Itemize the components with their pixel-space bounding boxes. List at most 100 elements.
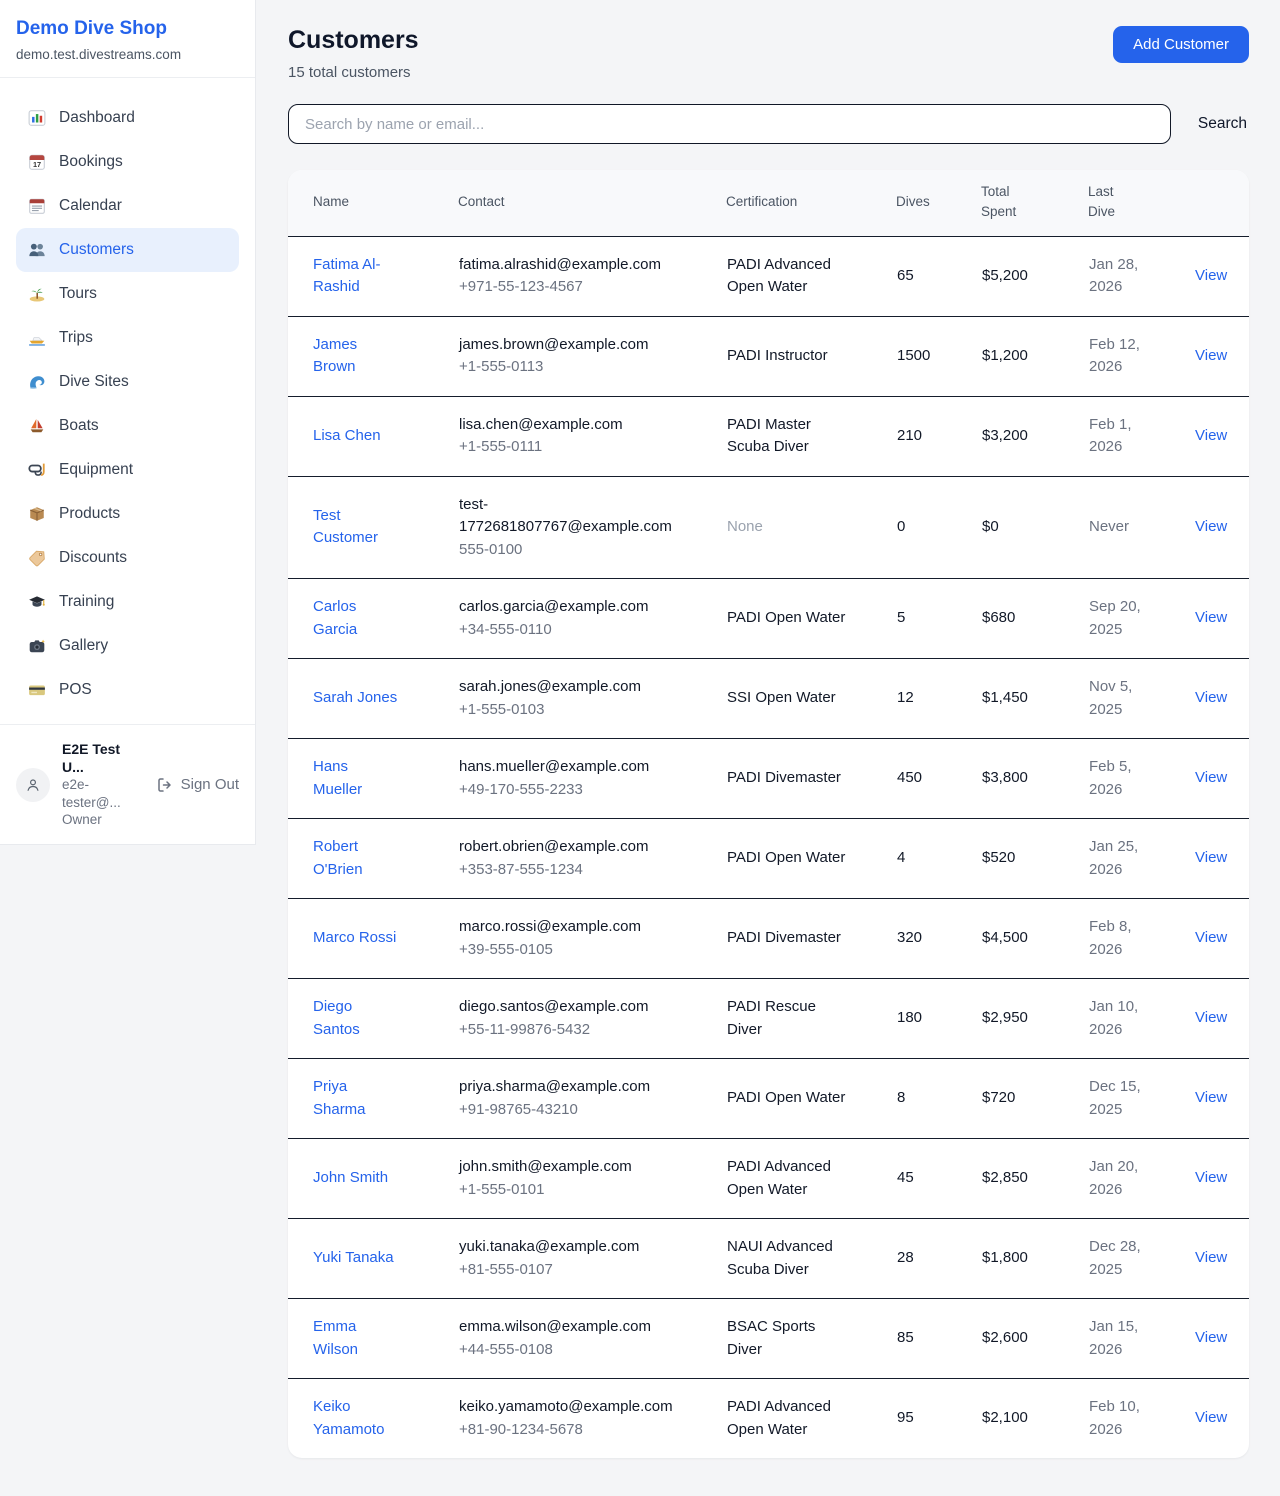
customer-name-link[interactable]: Keiko Yamamoto xyxy=(313,1398,384,1438)
sidebar-item-label: Products xyxy=(59,505,120,523)
col-header-total-spent: Total Spent xyxy=(981,170,1088,236)
customer-last-dive: Jan 10, 2026 xyxy=(1088,979,1194,1059)
pos-icon xyxy=(28,681,46,699)
customer-dives: 8 xyxy=(896,1059,981,1139)
view-link[interactable]: View xyxy=(1195,427,1227,444)
sidebar-item-boats[interactable]: Boats xyxy=(16,404,239,448)
view-link[interactable]: View xyxy=(1195,518,1227,535)
customer-total-spent: $4,500 xyxy=(981,899,1088,979)
customer-name-link[interactable]: Sarah Jones xyxy=(313,689,397,706)
sidebar-item-bookings[interactable]: 17 Bookings xyxy=(16,140,239,184)
view-link[interactable]: View xyxy=(1195,1009,1227,1026)
customer-name-link[interactable]: Test Customer xyxy=(313,507,378,547)
table-row: Marco Rossi marco.rossi@example.com +39-… xyxy=(288,899,1249,979)
add-customer-button[interactable]: Add Customer xyxy=(1113,26,1249,63)
calendar-icon xyxy=(28,197,46,215)
customer-last-dive: Jan 20, 2026 xyxy=(1088,1139,1194,1219)
customer-last-dive: Jan 15, 2026 xyxy=(1088,1299,1194,1379)
customer-dives: 0 xyxy=(896,476,981,579)
sidebar-item-customers[interactable]: Customers xyxy=(16,228,239,272)
sidebar-item-gallery[interactable]: Gallery xyxy=(16,624,239,668)
customer-total-spent: $5,200 xyxy=(981,236,1088,316)
view-link[interactable]: View xyxy=(1195,849,1227,866)
customer-name-link[interactable]: Emma Wilson xyxy=(313,1318,358,1358)
search-button[interactable]: Search xyxy=(1196,111,1249,137)
view-link[interactable]: View xyxy=(1195,267,1227,284)
customer-email: robert.obrien@example.com xyxy=(459,836,673,859)
customer-total-spent: $0 xyxy=(981,476,1088,579)
table-row: Emma Wilson emma.wilson@example.com +44-… xyxy=(288,1299,1249,1379)
customer-dives: 450 xyxy=(896,739,981,819)
customer-phone: +1-555-0101 xyxy=(459,1179,673,1202)
sidebar-item-tours[interactable]: Tours xyxy=(16,272,239,316)
customer-name-link[interactable]: Lisa Chen xyxy=(313,427,381,444)
view-link[interactable]: View xyxy=(1195,1249,1227,1266)
sidebar-item-label: Trips xyxy=(59,329,93,347)
view-link[interactable]: View xyxy=(1195,347,1227,364)
customer-email: james.brown@example.com xyxy=(459,334,673,357)
customer-dives: 12 xyxy=(896,659,981,739)
view-link[interactable]: View xyxy=(1195,1329,1227,1346)
sign-out-button[interactable]: Sign Out xyxy=(157,776,239,793)
sidebar-item-equipment[interactable]: Equipment xyxy=(16,448,239,492)
sidebar-item-label: Calendar xyxy=(59,197,122,215)
customer-certification: PADI Open Water xyxy=(726,1059,896,1139)
sidebar-item-calendar[interactable]: Calendar xyxy=(16,184,239,228)
person-icon xyxy=(24,776,42,794)
customer-certification: PADI Divemaster xyxy=(726,899,896,979)
sidebar-item-dive-sites[interactable]: Dive Sites xyxy=(16,360,239,404)
view-link[interactable]: View xyxy=(1195,1409,1227,1426)
customer-email: hans.mueller@example.com xyxy=(459,756,673,779)
customer-name-link[interactable]: Robert O'Brien xyxy=(313,838,363,878)
sidebar-item-label: Gallery xyxy=(59,637,108,655)
sidebar-item-trips[interactable]: Trips xyxy=(16,316,239,360)
sidebar-item-products[interactable]: Products xyxy=(16,492,239,536)
col-header-contact: Contact xyxy=(458,170,726,236)
customer-name-link[interactable]: Yuki Tanaka xyxy=(313,1249,394,1266)
col-header-last-dive: Last Dive xyxy=(1088,170,1194,236)
sidebar-item-label: Dashboard xyxy=(59,109,135,127)
customer-certification: None xyxy=(726,476,896,579)
customer-last-dive: Jan 25, 2026 xyxy=(1088,819,1194,899)
customers-table-card: Name Contact Certification Dives Total S… xyxy=(288,170,1249,1458)
view-link[interactable]: View xyxy=(1195,1089,1227,1106)
col-header-certification: Certification xyxy=(726,170,896,236)
customer-name-link[interactable]: Fatima Al-Rashid xyxy=(313,256,381,296)
customer-name-link[interactable]: John Smith xyxy=(313,1169,388,1186)
sidebar-item-training[interactable]: Training xyxy=(16,580,239,624)
sidebar-item-dashboard[interactable]: Dashboard xyxy=(16,96,239,140)
customer-total-spent: $2,950 xyxy=(981,979,1088,1059)
customer-name-link[interactable]: Marco Rossi xyxy=(313,929,396,946)
customer-name-link[interactable]: Hans Mueller xyxy=(313,758,362,798)
view-link[interactable]: View xyxy=(1195,769,1227,786)
customer-certification: NAUI Advanced Scuba Diver xyxy=(726,1219,896,1299)
user-role: Owner xyxy=(62,811,145,829)
dive-sites-icon xyxy=(28,373,46,391)
customers-table: Name Contact Certification Dives Total S… xyxy=(288,170,1249,1458)
col-header-name: Name xyxy=(288,170,458,236)
customer-dives: 65 xyxy=(896,236,981,316)
sidebar-item-label: Dive Sites xyxy=(59,373,129,391)
customer-name-link[interactable]: Priya Sharma xyxy=(313,1078,366,1118)
view-link[interactable]: View xyxy=(1195,689,1227,706)
customer-name-link[interactable]: James Brown xyxy=(313,336,357,376)
sidebar-item-discounts[interactable]: Discounts xyxy=(16,536,239,580)
view-link[interactable]: View xyxy=(1195,1169,1227,1186)
sidebar-nav: Dashboard 17 Bookings Calendar Customers… xyxy=(0,78,255,724)
customer-certification: PADI Divemaster xyxy=(726,739,896,819)
sidebar-item-pos[interactable]: POS xyxy=(16,668,239,712)
view-link[interactable]: View xyxy=(1195,929,1227,946)
customer-phone: +1-555-0103 xyxy=(459,699,673,722)
search-row: Search xyxy=(288,104,1249,144)
main-content: Customers 15 total customers Add Custome… xyxy=(256,0,1280,1496)
customer-name-link[interactable]: Diego Santos xyxy=(313,998,360,1038)
search-input[interactable] xyxy=(288,104,1171,144)
customer-phone: +91-98765-43210 xyxy=(459,1099,673,1122)
app-root: Demo Dive Shop demo.test.divestreams.com… xyxy=(0,0,1280,1496)
customer-total-spent: $1,450 xyxy=(981,659,1088,739)
view-link[interactable]: View xyxy=(1195,609,1227,626)
customers-icon xyxy=(28,241,46,259)
customer-name-link[interactable]: Carlos Garcia xyxy=(313,598,357,638)
sidebar-item-label: Tours xyxy=(59,285,97,303)
table-row: James Brown james.brown@example.com +1-5… xyxy=(288,316,1249,396)
